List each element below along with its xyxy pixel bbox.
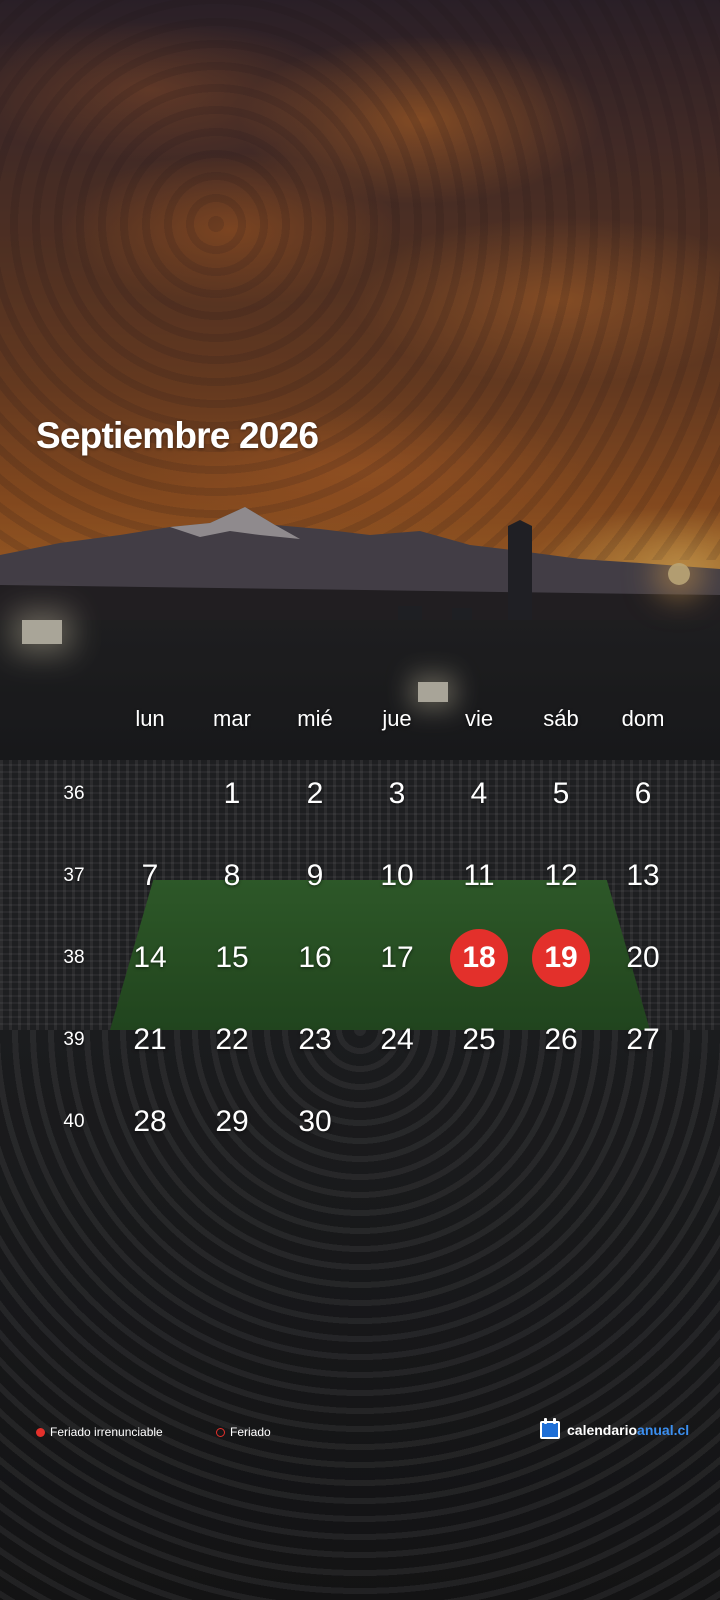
ring-dot-icon (216, 1427, 225, 1437)
week-number: 40 (63, 1111, 85, 1132)
brand-logo[interactable]: calendario anual.cl (540, 1418, 690, 1439)
day-cell[interactable]: 17 (368, 929, 426, 987)
weekday-wed: mié (297, 706, 333, 731)
day-cell[interactable]: 13 (614, 847, 672, 905)
weekday-tue: mar (213, 706, 251, 731)
calendar-icon (540, 1418, 560, 1439)
day-cell[interactable]: 30 (286, 1093, 344, 1151)
day-cell[interactable]: 20 (614, 929, 672, 987)
week-number: 37 (63, 865, 85, 886)
week-number: 36 (63, 783, 85, 804)
day-cell[interactable]: 6 (614, 765, 672, 823)
day-cell[interactable]: 24 (368, 1011, 426, 1069)
week-number: 38 (63, 947, 85, 968)
weekday-sat: sáb (543, 706, 579, 731)
weekday-fri: vie (464, 706, 494, 731)
day-cell[interactable]: 16 (286, 929, 344, 987)
brand-name-part1: calendario (567, 1422, 638, 1438)
legend-feriado-label: Feriado (230, 1425, 271, 1439)
brand-name-part2: anual.cl (637, 1422, 690, 1438)
day-cell[interactable]: 8 (203, 847, 261, 905)
day-cell[interactable]: 12 (532, 847, 590, 905)
week-number: 39 (63, 1029, 85, 1050)
filled-dot-icon (36, 1427, 45, 1437)
day-cell[interactable]: 7 (121, 847, 179, 905)
day-cell[interactable]: 15 (203, 929, 261, 987)
weekday-sun: dom (621, 706, 665, 731)
day-cell[interactable]: 2 (286, 765, 344, 823)
day-cell[interactable]: 10 (368, 847, 426, 905)
day-cell[interactable]: 14 (121, 929, 179, 987)
weekday-mon: lun (135, 706, 165, 731)
day-cell-holiday[interactable]: 19 (532, 929, 590, 987)
day-cell-holiday[interactable]: 18 (450, 929, 508, 987)
day-cell[interactable]: 21 (121, 1011, 179, 1069)
day-cell[interactable]: 11 (450, 847, 508, 905)
day-cell[interactable]: 9 (286, 847, 344, 905)
month-calendar: Septiembre 2026 lun mar mié jue vie sáb … (0, 0, 720, 1600)
day-cell[interactable]: 27 (614, 1011, 672, 1069)
day-cell[interactable]: 29 (203, 1093, 261, 1151)
legend-irrenunciable-label: Feriado irrenunciable (50, 1425, 163, 1439)
day-cell[interactable]: 1 (203, 765, 261, 823)
legend-feriado: Feriado (216, 1425, 271, 1439)
day-cell[interactable]: 28 (121, 1093, 179, 1151)
day-cell[interactable]: 4 (450, 765, 508, 823)
legend-irrenunciable: Feriado irrenunciable (36, 1425, 163, 1439)
weekday-thu: jue (382, 706, 412, 731)
day-cell[interactable]: 25 (450, 1011, 508, 1069)
day-cell[interactable]: 5 (532, 765, 590, 823)
month-title: Septiembre 2026 (36, 415, 319, 456)
day-cell[interactable]: 3 (368, 765, 426, 823)
day-cell[interactable]: 23 (286, 1011, 344, 1069)
day-cell[interactable]: 26 (532, 1011, 590, 1069)
day-cell[interactable]: 22 (203, 1011, 261, 1069)
